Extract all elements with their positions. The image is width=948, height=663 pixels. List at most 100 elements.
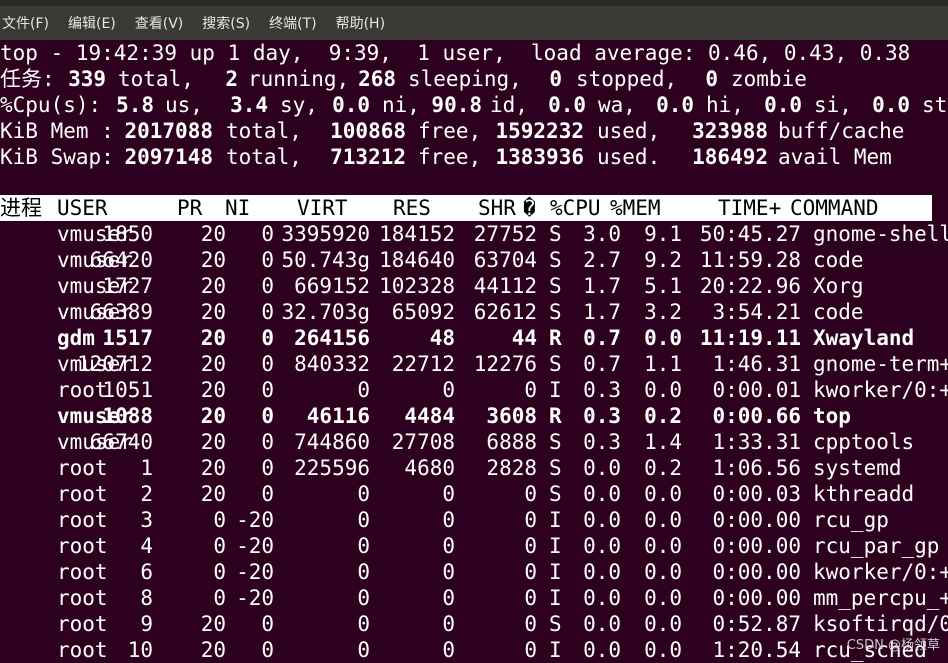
process-row[interactable]: 1727 vmuser 20 0 669152 102328 44112 S 1.7 5.1 20:… xyxy=(0,273,948,299)
menu-edit[interactable]: 编辑(E) xyxy=(68,13,116,33)
col-time[interactable]: TIME+ xyxy=(718,195,781,221)
cell-user: vmuser xyxy=(57,352,133,376)
cell-shr: 0 xyxy=(524,560,537,584)
cell-ni: 0 xyxy=(261,352,274,376)
cell-res: 0 xyxy=(442,534,455,558)
cell-virt: 0 xyxy=(357,638,370,662)
menu-file[interactable]: 文件(F) xyxy=(2,13,49,33)
cell-time: 0:00.00 xyxy=(712,586,801,610)
process-row[interactable]: 1517 gdm 20 0 264156 48 44 R 0.7 0.0 11:19.11 Xwayl… xyxy=(0,325,948,351)
process-row[interactable]: 8 root 0 -20 0 0 0 I 0.0 0.0 0:00.00 mm_percpu_+ xyxy=(0,585,948,611)
tasks-stopped: 0 xyxy=(549,67,562,91)
cell-ni: 0 xyxy=(261,404,274,428)
title-bar-edge xyxy=(0,0,948,6)
tasks-total: 339 xyxy=(68,67,106,91)
process-row[interactable]: 2 root 20 0 0 0 0 S 0.0 0.0 0:00.03 kthreadd xyxy=(0,481,948,507)
mem-cache: 323988 xyxy=(692,119,768,143)
cell-ni: 0 xyxy=(261,326,274,350)
cell-user: root xyxy=(57,560,108,584)
cell-virt: 0 xyxy=(357,508,370,532)
cell-cpu: 0.3 xyxy=(583,378,621,402)
cell-ni: -20 xyxy=(236,534,274,558)
col-pid[interactable]: 进程 xyxy=(0,195,42,221)
process-row[interactable]: 1850 vmuser 20 0 3395920 184152 27752 S 3.0 9.1 50… xyxy=(0,221,948,247)
cell-shr: 2828 xyxy=(486,456,537,480)
col-res[interactable]: RES xyxy=(393,195,431,221)
cell-pr: 0 xyxy=(213,560,226,584)
tasks-zombie-label: zombie xyxy=(731,67,807,91)
cell-command: gnome-term+ xyxy=(813,352,948,376)
cell-pr: 20 xyxy=(200,300,226,324)
cell-user: root xyxy=(57,638,108,662)
cell-time: 50:45.27 xyxy=(699,222,801,246)
cpu-hi: 0.0 xyxy=(656,93,694,117)
cell-ni: 0 xyxy=(261,482,274,506)
col-virt[interactable]: VIRT xyxy=(297,195,348,221)
process-row[interactable]: 120712 vmuser 20 0 840332 22712 12276 S 0.7 1.1 1:… xyxy=(0,351,948,377)
process-row[interactable]: 66389 vmuser 20 0 32.703g 65092 62612 S 1.7 3.2 3:… xyxy=(0,299,948,325)
cell-res: 0 xyxy=(442,378,455,402)
process-row[interactable]: 3 root 0 -20 0 0 0 I 0.0 0.0 0:00.00 rcu_gp xyxy=(0,507,948,533)
process-row[interactable]: 4 root 0 -20 0 0 0 I 0.0 0.0 0:00.00 rcu_par_gp xyxy=(0,533,948,559)
cell-res: 0 xyxy=(442,612,455,636)
terminal-output[interactable]: top - 19:42:39 up 1 day, 9:39, 1 user, l… xyxy=(0,40,948,663)
cell-virt: 0 xyxy=(357,586,370,610)
cell-pr: 20 xyxy=(200,326,226,350)
cpu-st: 0.0 xyxy=(872,93,910,117)
process-row[interactable]: 9 root 20 0 0 0 0 S 0.0 0.0 0:52.87 ksoftirqd/0 xyxy=(0,611,948,637)
tasks-running-label: running, xyxy=(248,67,350,91)
cell-shr: 0 xyxy=(524,638,537,662)
process-row[interactable]: 1 root 20 0 225596 4680 2828 S 0.0 0.2 1:06.56 syst… xyxy=(0,455,948,481)
cell-pr: 0 xyxy=(213,586,226,610)
cell-shr: 6888 xyxy=(486,430,537,454)
process-row[interactable]: 1088 vmuser 20 0 46116 4484 3608 R 0.3 0.2 0:00.66… xyxy=(0,403,948,429)
cell-command: mm_percpu_+ xyxy=(813,586,948,610)
menu-bar: 文件(F) 编辑(E) 查看(V) 搜索(S) 终端(T) 帮助(H) xyxy=(0,0,948,40)
col-mem[interactable]: %MEM xyxy=(610,195,661,221)
process-row[interactable]: 66420 vmuser 20 0 50.743g 184640 63704 S 2.7 9.2 1… xyxy=(0,247,948,273)
cell-command: code xyxy=(813,300,864,324)
menu-help[interactable]: 帮助(H) xyxy=(336,13,385,33)
cell-time: 20:22.96 xyxy=(699,274,801,298)
col-user[interactable]: USER xyxy=(57,195,108,221)
cell-pr: 20 xyxy=(200,612,226,636)
cell-virt: 744860 xyxy=(294,430,370,454)
process-row[interactable]: 6 root 0 -20 0 0 0 I 0.0 0.0 0:00.00 kworker/0:+ xyxy=(0,559,948,585)
cell-command: gnome-shell xyxy=(813,222,948,246)
cpu-si-label: si, xyxy=(814,93,852,117)
col-shr[interactable]: SHR xyxy=(478,195,516,221)
tasks-stopped-label: stopped, xyxy=(576,67,678,91)
cell-virt: 0 xyxy=(357,482,370,506)
cell-mem: 0.0 xyxy=(644,534,682,558)
menu-view[interactable]: 查看(V) xyxy=(135,13,184,33)
cell-mem: 5.1 xyxy=(644,274,682,298)
cell-res: 65092 xyxy=(391,300,455,324)
cell-cpu: 0.0 xyxy=(583,456,621,480)
cell-pr: 20 xyxy=(200,352,226,376)
cell-pid: 1517 xyxy=(102,326,153,350)
col-pr[interactable]: PR xyxy=(177,195,202,221)
cell-shr: 3608 xyxy=(486,404,537,428)
cell-ni: -20 xyxy=(236,560,274,584)
cell-cpu: 3.0 xyxy=(583,222,621,246)
col-command[interactable]: COMMAND xyxy=(790,195,879,221)
col-state[interactable]: � xyxy=(523,195,536,221)
cell-state: I xyxy=(549,508,562,532)
cell-state: R xyxy=(549,404,562,428)
cell-command: Xwayland xyxy=(813,326,915,350)
process-row[interactable]: 10 root 20 0 0 0 0 I 0.0 0.0 1:20.54 rcu_sched xyxy=(0,637,948,663)
cpu-st-label: st xyxy=(922,93,948,117)
cell-user: vmuser xyxy=(57,430,133,454)
menu-terminal[interactable]: 终端(T) xyxy=(269,13,316,33)
col-ni[interactable]: NI xyxy=(225,195,250,221)
process-row[interactable]: 1051 root 20 0 0 0 0 I 0.3 0.0 0:00.01 kworker/0:+ xyxy=(0,377,948,403)
cell-pr: 20 xyxy=(200,482,226,506)
menu-search[interactable]: 搜索(S) xyxy=(202,13,250,33)
cell-command: kthreadd xyxy=(813,482,915,506)
tasks-label: 任务: xyxy=(0,67,55,91)
cell-mem: 0.0 xyxy=(644,638,682,662)
cell-res: 0 xyxy=(442,560,455,584)
col-cpu[interactable]: %CPU xyxy=(550,195,601,221)
process-row[interactable]: 66740 vmuser 20 0 744860 27708 6888 S 0.3 1.4 1:33… xyxy=(0,429,948,455)
cell-virt: 46116 xyxy=(306,404,370,428)
